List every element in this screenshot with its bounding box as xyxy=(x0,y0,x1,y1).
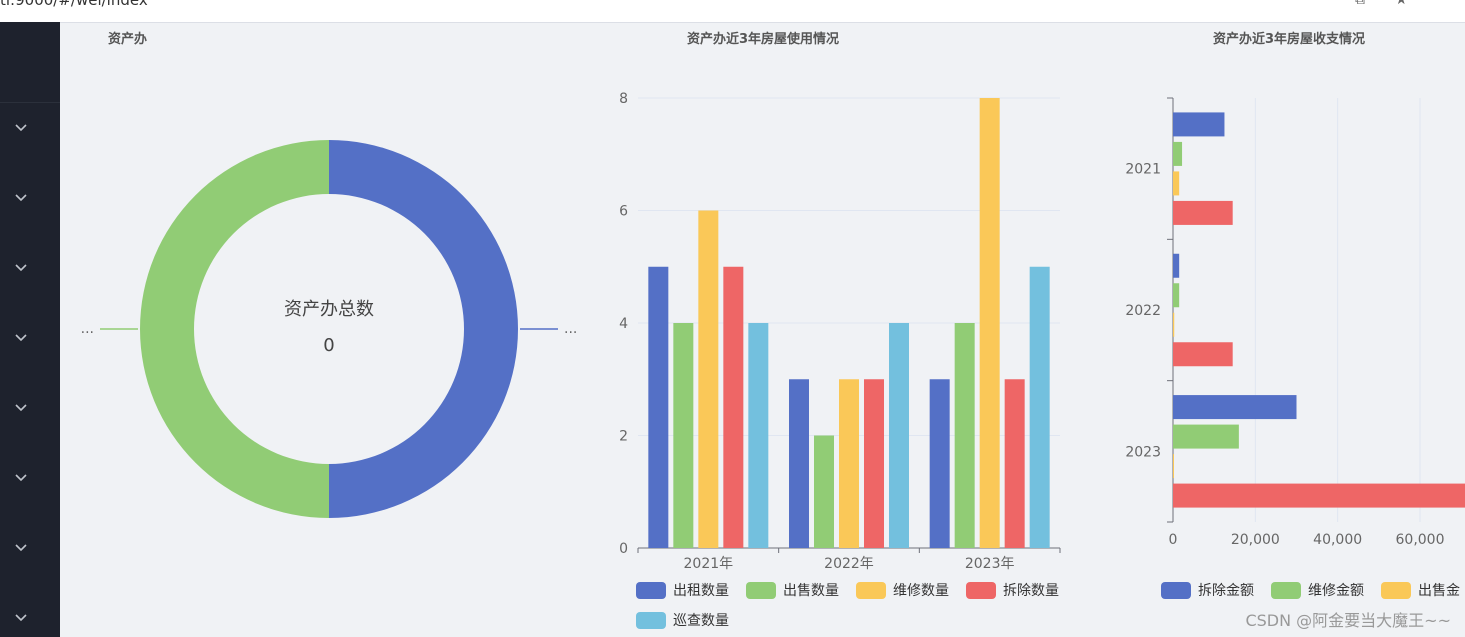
bar-legend-label-4: 巡查数量 xyxy=(673,613,729,629)
bar-legend-label-0: 出租数量 xyxy=(673,583,729,599)
donut-slice-0 xyxy=(329,140,518,518)
bar-y-tick-label: 0 xyxy=(619,541,628,557)
bar-1-2 xyxy=(839,379,859,548)
hbar-0-1 xyxy=(1173,141,1183,166)
hbar-x-tick-label: 20,000 xyxy=(1231,532,1280,548)
bar-x-tick-label: 2023年 xyxy=(965,556,1015,572)
bar-y-tick-label: 4 xyxy=(619,316,628,332)
donut-slice-1 xyxy=(140,140,329,518)
bar-2-4 xyxy=(1029,266,1050,548)
hbar-legend-label-2: 出售金 xyxy=(1418,583,1460,599)
hbar-y-tick-label: 2022 xyxy=(1125,303,1161,319)
bar-y-tick-label: 2 xyxy=(619,429,628,445)
bar-2-2 xyxy=(979,98,1000,548)
hbar-legend-swatch-1 xyxy=(1271,582,1301,599)
bar-legend-swatch-2 xyxy=(856,582,886,599)
hbar-0-0 xyxy=(1173,112,1225,137)
bar-x-tick-label: 2022年 xyxy=(824,556,874,572)
hbar-2-0 xyxy=(1173,395,1297,420)
bar-2-3 xyxy=(1004,379,1025,548)
hbar-x-tick-label: 0 xyxy=(1169,532,1178,548)
bar-2-1 xyxy=(954,323,975,548)
hbar-2-2 xyxy=(1173,454,1174,479)
bar-legend-label-3: 拆除数量 xyxy=(1003,583,1059,599)
donut-center-value: 0 xyxy=(323,335,334,356)
bar-0-4 xyxy=(748,323,769,548)
donut-center-label: 资产办总数 xyxy=(284,299,374,320)
hbar-0-2 xyxy=(1173,171,1180,196)
bar-legend-label-1: 出售数量 xyxy=(783,583,839,599)
hbar-y-tick-label: 2023 xyxy=(1125,444,1161,460)
hbar-legend-label-1: 维修金额 xyxy=(1308,583,1364,599)
hbar-x-tick-label: 40,000 xyxy=(1313,532,1362,548)
bar-legend-swatch-1 xyxy=(746,582,776,599)
hbar-1-2 xyxy=(1173,312,1175,337)
bar-legend-swatch-4 xyxy=(636,612,666,629)
hbar-2-3 xyxy=(1173,483,1465,508)
hbar-legend-swatch-2 xyxy=(1381,582,1411,599)
bar-x-tick-label: 2021年 xyxy=(684,556,734,572)
bar-1-3 xyxy=(864,379,884,548)
hbar-legend-label-0: 拆除金额 xyxy=(1198,583,1254,599)
bar-y-tick-label: 8 xyxy=(619,91,628,107)
bar-y-tick-label: 6 xyxy=(619,204,628,220)
hbar-1-1 xyxy=(1173,283,1180,308)
bar-1-4 xyxy=(889,323,909,548)
watermark: CSDN @阿金要当大魔王~~ xyxy=(1245,611,1451,630)
bar-0-3 xyxy=(723,266,744,548)
hbar-legend-swatch-0 xyxy=(1161,582,1191,599)
hbar-1-3 xyxy=(1173,342,1233,367)
donut-slice-label-0: ... xyxy=(564,321,577,337)
bar-1-0 xyxy=(789,379,809,548)
bar-legend-swatch-3 xyxy=(966,582,996,599)
bar-legend-label-2: 维修数量 xyxy=(893,583,949,599)
hbar-0-3 xyxy=(1173,200,1233,225)
bar-0-0 xyxy=(648,266,669,548)
bar-0-2 xyxy=(698,210,719,548)
bar-0-1 xyxy=(673,323,694,548)
charts-canvas: ...... 资产办总数 0 0 2 4 6 8 2021年 2022年 2023年出租数量 出售数量… xyxy=(81,91,1465,629)
bar-1-1 xyxy=(814,435,834,548)
hbar-2-1 xyxy=(1173,424,1239,449)
hbar-y-tick-label: 2021 xyxy=(1125,162,1161,178)
bar-legend-swatch-0 xyxy=(636,582,666,599)
donut-slice-label-1: ... xyxy=(81,321,94,337)
hbar-x-tick-label: 60,000 xyxy=(1396,532,1445,548)
bar-2-0 xyxy=(929,379,950,548)
hbar-1-0 xyxy=(1173,253,1180,278)
